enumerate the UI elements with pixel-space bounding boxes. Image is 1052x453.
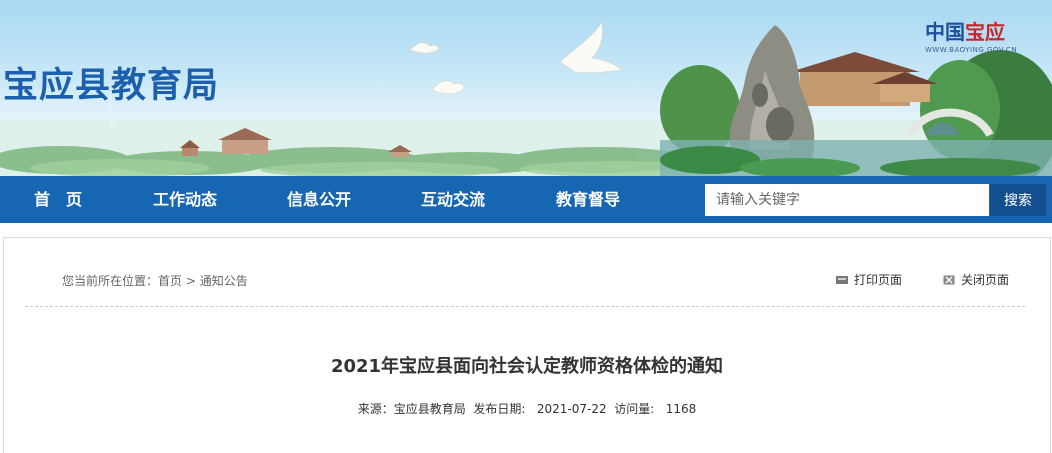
close-page-label: 关闭页面 (961, 273, 1010, 287)
brand-domain: WWW.BAOYING.GOV.CN (925, 46, 1018, 54)
article-meta: 来源：宝应县教育局 发布日期: 2021-07-22 访问量: 1168 (4, 400, 1050, 417)
breadcrumb-prefix: 您当前所在位置： (62, 274, 159, 288)
meta-source: 宝应县教育局 (393, 402, 466, 416)
search-input[interactable] (705, 184, 989, 216)
nav-item-info-disclosure[interactable]: 信息公开 (287, 176, 351, 223)
nav-item-interaction[interactable]: 互动交流 (421, 176, 485, 223)
nav-item-education-supervision[interactable]: 教育督导 (556, 176, 620, 223)
breadcrumb-separator: > (182, 274, 200, 288)
breadcrumb-current-link[interactable]: 通知公告 (200, 274, 248, 288)
printer-icon (836, 275, 848, 284)
site-title: 宝应县教育局 (3, 66, 220, 106)
breadcrumb: 您当前所在位置：首页 > 通知公告 (62, 272, 248, 289)
brand-logo-part1: 中国 (925, 20, 965, 44)
article-title: 2021年宝应县面向社会认定教师资格体检的通知 (330, 356, 724, 377)
print-page-button[interactable]: 打印页面 (836, 271, 902, 288)
brand-logo-part2: 宝应 (965, 20, 1005, 44)
meta-visits-label: 访问量: (614, 402, 655, 416)
search-button[interactable]: 搜索 (990, 184, 1046, 216)
article-panel: 您当前所在位置：首页 > 通知公告 打印页面 关闭页面 2021年宝应县面向社会… (3, 237, 1051, 453)
breadcrumb-home-link[interactable]: 首页 (158, 274, 182, 288)
print-page-label: 打印页面 (854, 273, 903, 287)
nav-item-home[interactable]: 首 页 (34, 176, 82, 223)
meta-visits: 1168 (665, 402, 697, 416)
header-banner: 宝应县教育局 中国宝应 WWW.BAOYING.GOV.CN (0, 0, 1052, 176)
meta-date: 2021-07-22 (536, 402, 607, 416)
close-page-button[interactable]: 关闭页面 (943, 271, 1009, 288)
content-divider (25, 306, 1025, 307)
meta-source-label: 来源： (357, 402, 394, 416)
nav-item-work-news[interactable]: 工作动态 (153, 176, 217, 223)
close-icon (943, 275, 955, 284)
brand-logo: 中国宝应 WWW.BAOYING.GOV.CN (925, 16, 1017, 54)
meta-date-label: 发布日期: (473, 402, 526, 416)
